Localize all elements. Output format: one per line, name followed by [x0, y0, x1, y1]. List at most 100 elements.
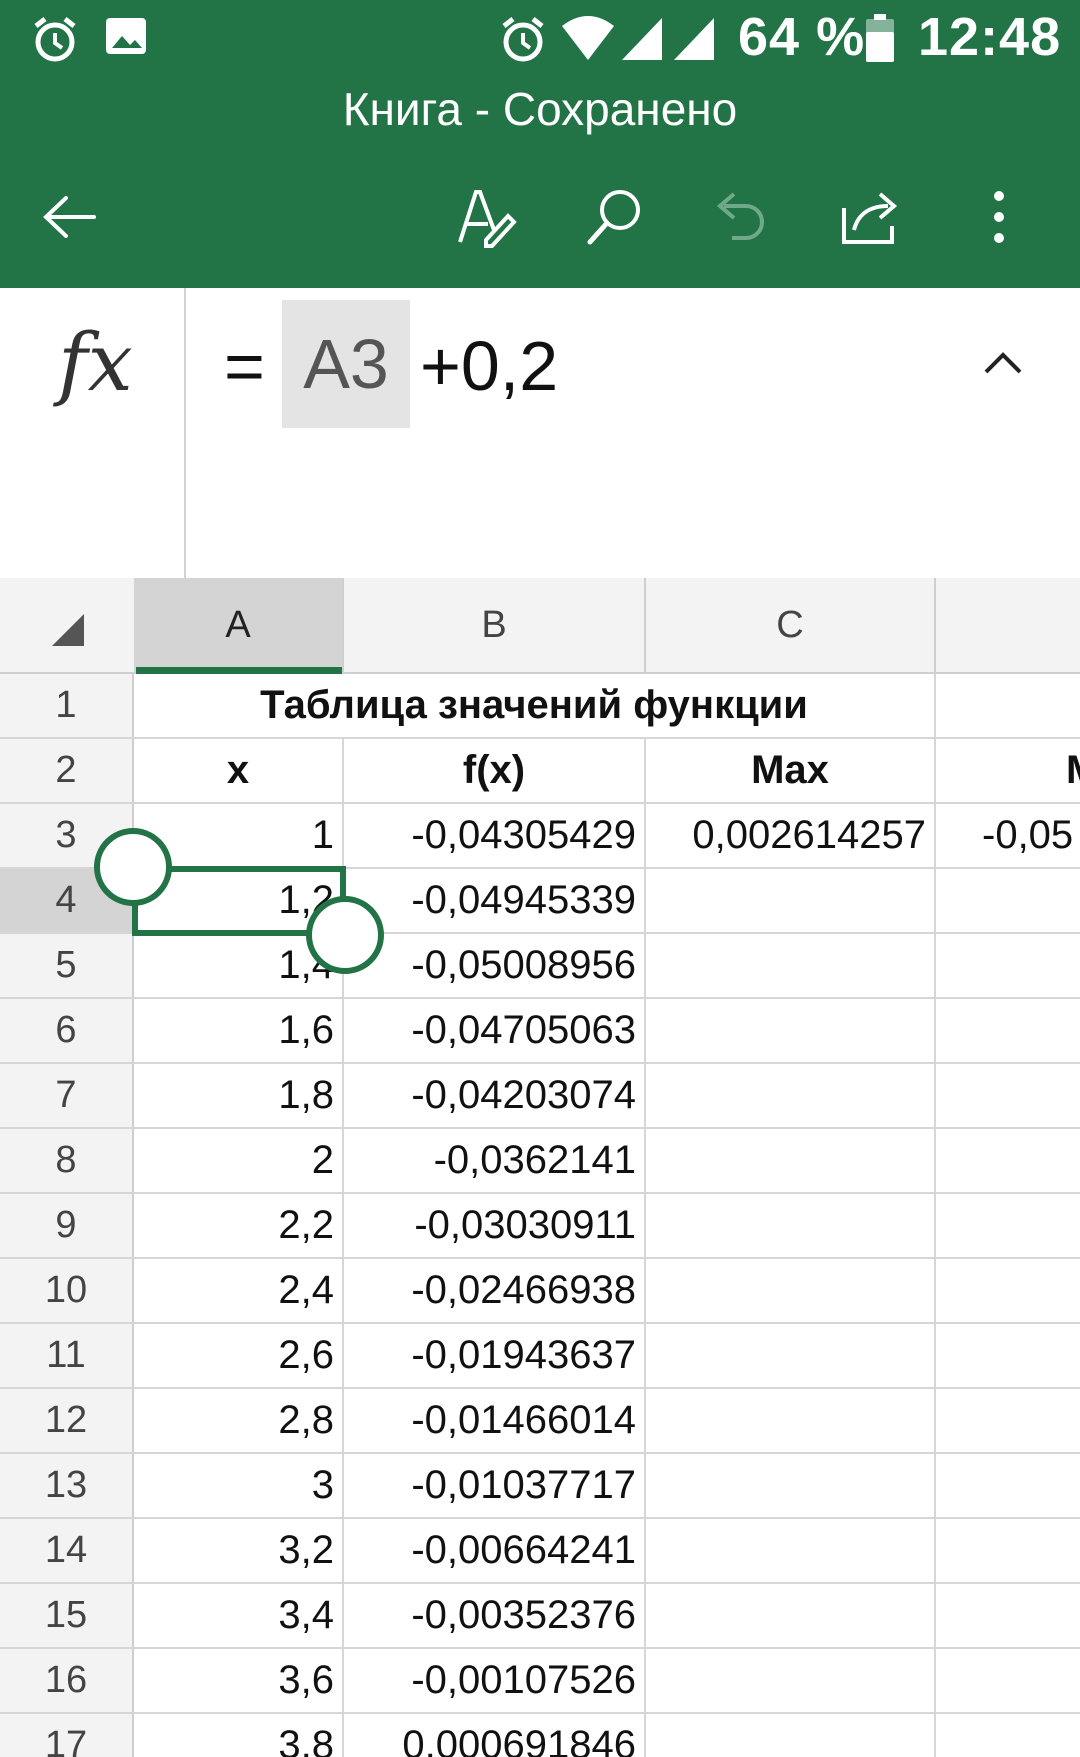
table-row: 1 Таблица значений функции [0, 674, 1080, 739]
cell[interactable] [936, 999, 1080, 1062]
cell[interactable]: 1,6 [134, 999, 344, 1062]
back-arrow-icon[interactable] [36, 182, 106, 252]
cell[interactable]: -0,00352376 [344, 1584, 646, 1647]
cell[interactable]: 3,8 [134, 1714, 344, 1757]
cell[interactable] [936, 1454, 1080, 1517]
cell[interactable]: 0,000691846 [344, 1714, 646, 1757]
cell[interactable] [936, 934, 1080, 997]
column-header-c[interactable]: C [646, 578, 936, 672]
cell[interactable]: -0,04305429 [344, 804, 646, 867]
cell[interactable] [936, 1259, 1080, 1322]
column-label-cell[interactable]: f(x) [344, 739, 646, 802]
row-header[interactable]: 16 [0, 1649, 134, 1712]
row-header[interactable]: 7 [0, 1064, 134, 1127]
cell[interactable]: -0,02466938 [344, 1259, 646, 1322]
more-vert-icon[interactable] [964, 182, 1034, 252]
fx-label: fx [58, 316, 133, 409]
cell[interactable]: 1,8 [134, 1064, 344, 1127]
cell[interactable] [646, 1389, 936, 1452]
cell[interactable] [646, 999, 936, 1062]
undo-icon[interactable] [706, 182, 776, 252]
cell[interactable]: -0,05008956 [344, 934, 646, 997]
column-header-b[interactable]: B [344, 578, 646, 672]
row-header[interactable]: 10 [0, 1259, 134, 1322]
cell[interactable]: 3,6 [134, 1649, 344, 1712]
cell[interactable] [646, 1064, 936, 1127]
fx-button[interactable]: fx [0, 288, 186, 578]
cell[interactable]: -0,00664241 [344, 1519, 646, 1582]
cell[interactable] [646, 1324, 936, 1387]
share-icon[interactable] [836, 182, 906, 252]
column-label-cell[interactable]: Max [646, 739, 936, 802]
cell[interactable] [936, 674, 1080, 737]
row-header[interactable]: 8 [0, 1129, 134, 1192]
cell[interactable]: -0,04705063 [344, 999, 646, 1062]
column-label-cell[interactable]: x [134, 739, 344, 802]
cell[interactable]: 2,8 [134, 1389, 344, 1452]
draw-icon[interactable] [452, 182, 522, 252]
search-icon[interactable] [580, 182, 650, 252]
select-all-icon [52, 614, 84, 646]
cell[interactable] [936, 1389, 1080, 1452]
cell[interactable] [936, 1519, 1080, 1582]
formula-input[interactable]: +0,2 [420, 326, 558, 406]
row-header[interactable]: 13 [0, 1454, 134, 1517]
column-header-d[interactable] [936, 578, 1080, 672]
selection-handle-start[interactable] [94, 828, 172, 906]
chevron-up-icon[interactable] [976, 336, 1030, 390]
cell[interactable]: -0,01037717 [344, 1454, 646, 1517]
row-header[interactable]: 2 [0, 739, 134, 802]
cell[interactable]: 3,4 [134, 1584, 344, 1647]
cell[interactable] [646, 1454, 936, 1517]
cell[interactable]: -0,00107526 [344, 1649, 646, 1712]
cell[interactable]: -0,0362141 [344, 1129, 646, 1192]
cell[interactable]: -0,01466014 [344, 1389, 646, 1452]
cell[interactable]: -0,04945339 [344, 869, 646, 932]
row-header[interactable]: 15 [0, 1584, 134, 1647]
cell[interactable] [936, 1714, 1080, 1757]
cell[interactable] [936, 1324, 1080, 1387]
row-header[interactable]: 11 [0, 1324, 134, 1387]
cell[interactable]: 3 [134, 1454, 344, 1517]
selection-handle-end[interactable] [306, 896, 384, 974]
cell[interactable] [646, 1519, 936, 1582]
column-label-cell[interactable]: M [936, 739, 1080, 802]
cell[interactable] [936, 869, 1080, 932]
cell[interactable] [646, 1259, 936, 1322]
row-header[interactable]: 6 [0, 999, 134, 1062]
cell[interactable] [936, 1064, 1080, 1127]
status-bar: 64 % 12:48 [0, 0, 1080, 80]
cell[interactable]: -0,04203074 [344, 1064, 646, 1127]
row-header[interactable]: 9 [0, 1194, 134, 1257]
cell[interactable]: 2,4 [134, 1259, 344, 1322]
select-all-corner[interactable] [0, 578, 136, 672]
cell[interactable] [646, 934, 936, 997]
cell[interactable] [646, 869, 936, 932]
cell[interactable] [936, 1649, 1080, 1712]
cell[interactable]: -0,01943637 [344, 1324, 646, 1387]
cell[interactable] [646, 1129, 936, 1192]
formula-cell-reference[interactable]: A3 [282, 300, 410, 428]
row-header[interactable]: 17 [0, 1714, 134, 1757]
cell[interactable]: 2 [134, 1129, 344, 1192]
cell[interactable] [936, 1129, 1080, 1192]
cell[interactable] [936, 1584, 1080, 1647]
row-header[interactable]: 1 [0, 674, 134, 737]
row-header[interactable]: 14 [0, 1519, 134, 1582]
cell[interactable] [646, 1194, 936, 1257]
cell[interactable] [936, 1194, 1080, 1257]
cell[interactable] [646, 1584, 936, 1647]
cell[interactable] [646, 1714, 936, 1757]
table-title-cell[interactable]: Таблица значений функции [134, 674, 936, 737]
cell[interactable]: 2,6 [134, 1324, 344, 1387]
cell[interactable]: -0,03030911 [344, 1194, 646, 1257]
spreadsheet-grid[interactable]: A B C 1 Таблица значений функции 2 x f(x) Max… [0, 578, 1080, 1757]
cell[interactable]: 0,002614257 [646, 804, 936, 867]
cell[interactable]: 3,2 [134, 1519, 344, 1582]
cell[interactable]: 2,2 [134, 1194, 344, 1257]
row-header[interactable]: 12 [0, 1389, 134, 1452]
cell[interactable] [646, 1649, 936, 1712]
cell[interactable]: -0,05 [936, 804, 1080, 867]
row-header[interactable]: 5 [0, 934, 134, 997]
column-header-a[interactable]: A [134, 578, 344, 674]
